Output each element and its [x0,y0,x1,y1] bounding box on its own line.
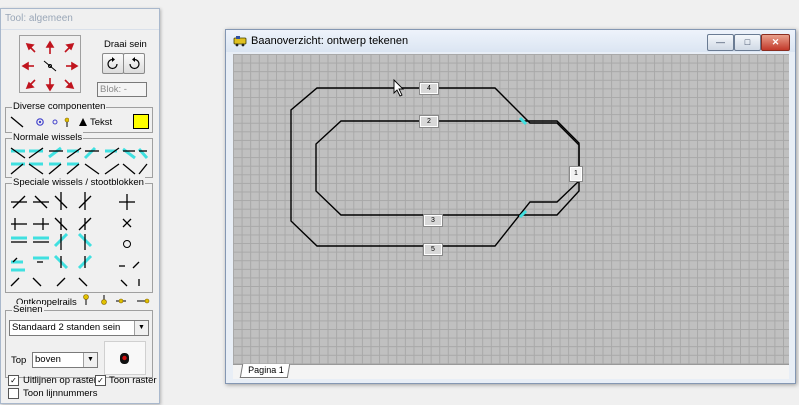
train-icon [233,36,247,47]
signal-icon [120,353,129,364]
top-value: boven [35,354,61,365]
layout-window-titlebar: Baanoverzicht: ontwerp tekenen — □ ✕ [226,30,795,52]
rotate-signal-label: Draai sein [104,39,147,50]
misc-components-label: Diverse componenten [12,101,107,113]
chevron-down-icon[interactable]: ▼ [83,353,97,367]
page-tab-bar: Pagina 1 [233,364,789,379]
block-field: Blok: - [97,82,147,97]
top-label: Top [11,355,27,366]
signals-label: Seinen [12,304,44,316]
align-grid-checkbox[interactable]: ✓ [8,375,19,386]
tool-window-title: Tool: algemeen [1,9,159,30]
tab-page-1-label: Pagina 1 [248,365,284,375]
tab-page-1[interactable]: Pagina 1 [239,364,290,378]
text-tool-label: Tekst [90,117,113,128]
chevron-down-icon[interactable]: ▼ [134,321,148,335]
uncoupling-icons[interactable] [81,293,151,307]
show-line-numbers-checkbox[interactable] [8,388,19,399]
direction-panel [19,35,81,93]
mouse-cursor-icon [393,78,405,97]
top-select[interactable]: boven ▼ [32,352,98,368]
misc-components-group: Diverse componenten Tekst [5,101,153,133]
special-switches-label: Speciale wissels / stootblokken [12,177,145,189]
normal-switches-label: Normale wissels [12,132,84,144]
block-field-value: Blok: - [100,84,127,95]
tool-window: Tool: algemeen Draai sein Blok: - Divers… [0,8,160,404]
special-switches-icons[interactable] [9,190,149,290]
track-layout [290,78,580,247]
align-grid-label: Uitlijnen op raster [23,375,97,386]
inner-track [315,120,580,216]
show-grid-checkbox[interactable]: ✓ [95,375,106,386]
block-label[interactable]: 3 [424,215,442,226]
track-canvas[interactable]: 4 2 1 3 5 [233,54,789,364]
text-color-swatch[interactable] [133,114,149,129]
signals-group: Seinen Standaard 2 standen sein ▼ Top bo… [5,304,153,378]
layout-window: Baanoverzicht: ontwerp tekenen — □ ✕ 4 2… [225,29,796,384]
maximize-button[interactable]: □ [734,34,761,51]
normal-switches-icons[interactable] [9,146,149,176]
signal-preview [104,341,146,375]
misc-components-icons[interactable] [9,114,69,130]
minimize-button[interactable]: — [707,34,734,51]
special-switches-group: Speciale wissels / stootblokken [5,177,153,293]
switch-marker [518,209,528,219]
block-label[interactable]: 4 [420,83,438,94]
rotate-left-button[interactable] [102,53,124,74]
rotate-right-button[interactable] [123,53,145,74]
block-label[interactable]: 2 [420,116,438,127]
signal-type-select[interactable]: Standaard 2 standen sein ▼ [9,320,149,336]
show-line-numbers-label: Toon lijnnummers [23,388,98,399]
block-label[interactable]: 5 [424,244,442,255]
normal-switches-group: Normale wissels [5,132,153,178]
block-label[interactable]: 1 [570,167,582,181]
show-grid-label: Toon raster [109,375,157,386]
close-button[interactable]: ✕ [761,34,790,51]
triangle-icon[interactable] [78,117,88,127]
signal-type-value: Standaard 2 standen sein [12,322,121,333]
rotate-right-icon [129,57,140,70]
layout-window-title: Baanoverzicht: ontwerp tekenen [251,35,409,47]
direction-arrows-icon[interactable] [20,36,80,92]
rotate-left-icon [107,57,118,70]
